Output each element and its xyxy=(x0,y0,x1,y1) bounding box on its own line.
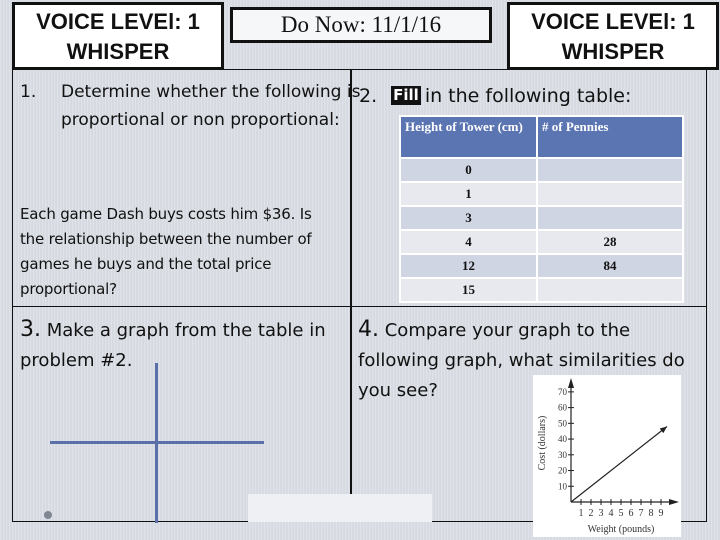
problem-2-prompt: in the following table: xyxy=(424,85,632,107)
height-cell: 12 xyxy=(401,255,536,277)
y-tick-label: 30 xyxy=(558,450,568,460)
x-tick-label: 8 xyxy=(649,508,654,519)
problem-1-story: Each game Dash buys costs him $36. Is th… xyxy=(20,205,312,298)
problem-4-number: 4. xyxy=(358,317,379,342)
header-number-of-pennies: # of Pennies xyxy=(538,117,682,157)
x-axis-label: Weight (pounds) xyxy=(588,524,655,535)
table-row: 4 28 xyxy=(401,231,682,253)
grid-left-border xyxy=(12,69,13,522)
table-row: 0 xyxy=(401,159,682,181)
problem-3-prompt: Make a graph from the table in problem #… xyxy=(20,320,326,371)
voice-level-badge-right: VOICE LEVEl: 1 WHISPER xyxy=(507,2,719,70)
voice-level-label: VOICE LEVEl: 1 xyxy=(36,9,200,34)
y-tick-label: 10 xyxy=(558,481,568,491)
voice-level-value: WHISPER xyxy=(66,39,170,64)
pennies-cell: 28 xyxy=(538,231,682,253)
reference-graph-svg: 123456789 10 20 30 40 50 60 70 Weight (pounds)… xyxy=(537,378,679,535)
x-tick-label: 4 xyxy=(609,508,614,519)
blank-answer-strip xyxy=(248,494,432,522)
x-axis-arrow xyxy=(669,499,679,505)
voice-level-value: WHISPER xyxy=(561,39,665,64)
pennies-cell[interactable] xyxy=(538,183,682,205)
problem-2-number: 2. xyxy=(359,85,378,107)
x-tick-label: 5 xyxy=(619,508,624,519)
problem-1-prompt: Determine whether the following is propo… xyxy=(61,82,361,130)
grid-middle-divider xyxy=(12,306,707,307)
do-now-title: Do Now: 11/1/16 xyxy=(230,7,492,43)
table-row: 3 xyxy=(401,207,682,229)
x-tick-label: 3 xyxy=(599,508,604,519)
y-axis-arrow xyxy=(568,378,574,388)
height-cell: 15 xyxy=(401,279,536,301)
data-line-arrow xyxy=(659,426,667,434)
problem-1-number: 1. xyxy=(20,82,37,102)
pennies-cell[interactable] xyxy=(538,159,682,181)
y-tick-label: 60 xyxy=(558,403,568,413)
header-height-of-tower: Height of Tower (cm) xyxy=(401,117,536,157)
pennies-cell[interactable] xyxy=(538,279,682,301)
y-tick-label: 40 xyxy=(558,434,568,444)
y-axis-label: Cost (dollars) xyxy=(537,416,548,471)
problem-3: 3. Make a graph from the table in proble… xyxy=(20,315,350,376)
tower-pennies-table: Height of Tower (cm) # of Pennies 0 1 3 … xyxy=(399,115,684,303)
problem-2: 2. Fill in the following table: xyxy=(359,82,631,110)
voice-level-label: VOICE LEVEl: 1 xyxy=(531,9,695,34)
y-tick-label: 70 xyxy=(558,387,568,397)
table-header-row: Height of Tower (cm) # of Pennies xyxy=(401,117,682,157)
blank-graph-y-axis xyxy=(155,363,158,523)
height-cell: 1 xyxy=(401,183,536,205)
table-row: 15 xyxy=(401,279,682,301)
table-row: 12 84 xyxy=(401,255,682,277)
pennies-cell: 84 xyxy=(538,255,682,277)
table-row: 1 xyxy=(401,183,682,205)
y-tick-label: 50 xyxy=(558,418,568,428)
fill-icon: Fill xyxy=(391,86,421,105)
y-tick-label: 20 xyxy=(558,466,568,476)
x-tick-label: 6 xyxy=(629,508,634,519)
pennies-cell[interactable] xyxy=(538,207,682,229)
height-cell: 0 xyxy=(401,159,536,181)
x-tick-label: 9 xyxy=(659,508,664,519)
grid-right-border xyxy=(706,69,707,522)
bullet-dot xyxy=(44,511,52,519)
x-tick-label: 2 xyxy=(589,508,594,519)
reference-graph: 123456789 10 20 30 40 50 60 70 Weight (pounds)… xyxy=(533,375,681,537)
problem-3-number: 3. xyxy=(20,317,41,342)
height-cell: 4 xyxy=(401,231,536,253)
x-tick-label: 7 xyxy=(639,508,644,519)
height-cell: 3 xyxy=(401,207,536,229)
voice-level-badge-left: VOICE LEVEl: 1 WHISPER xyxy=(12,2,224,70)
data-line-cost xyxy=(570,426,668,503)
grid-center-divider xyxy=(350,69,352,522)
x-tick-label: 1 xyxy=(579,508,584,519)
